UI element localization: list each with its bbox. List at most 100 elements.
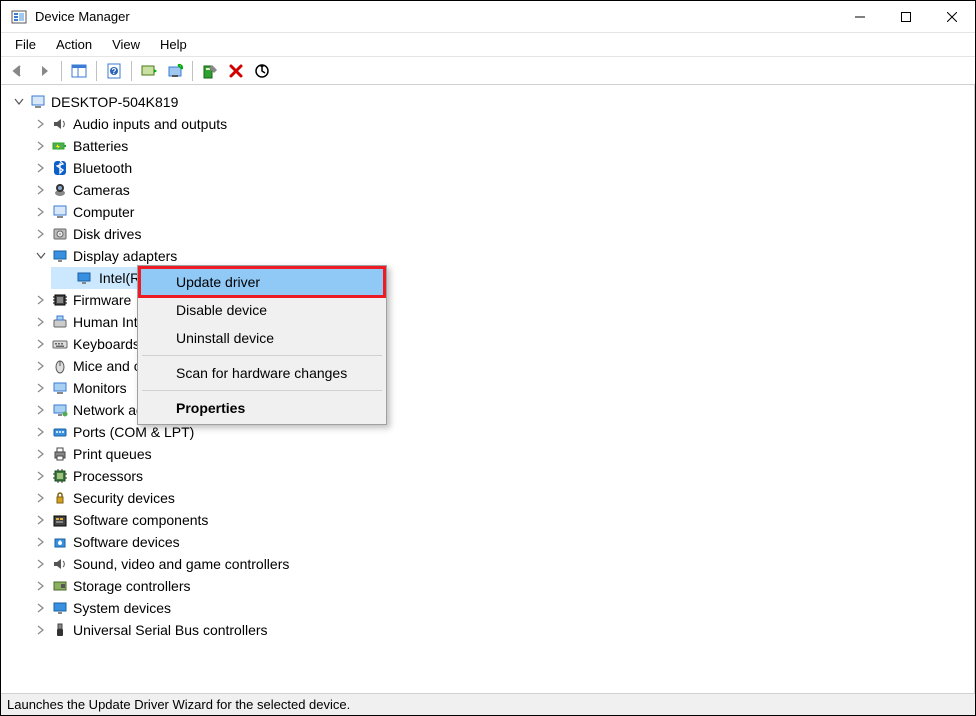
disable-device-button[interactable] [163, 59, 187, 83]
menu-view[interactable]: View [102, 35, 150, 54]
tree-category-label: Bluetooth [73, 160, 132, 176]
tree-category-label: Monitors [73, 380, 127, 396]
display-icon [75, 269, 93, 287]
speaker-icon [51, 555, 69, 573]
expander-icon[interactable] [35, 404, 47, 416]
context-uninstall-device[interactable]: Uninstall device [140, 324, 384, 352]
tree-category-label: Disk drives [73, 226, 141, 242]
tree-category-audio[interactable]: Audio inputs and outputs [9, 113, 974, 135]
disk-icon [51, 225, 69, 243]
printer-icon [51, 445, 69, 463]
tree-category-cameras[interactable]: Cameras [9, 179, 974, 201]
expander-icon[interactable] [35, 470, 47, 482]
scan-hardware-button[interactable] [250, 59, 274, 83]
tree-category-label: Storage controllers [73, 578, 191, 594]
expander-icon[interactable] [35, 558, 47, 570]
mouse-icon [51, 357, 69, 375]
tree-category-label: Audio inputs and outputs [73, 116, 227, 132]
forward-button[interactable] [32, 59, 56, 83]
toolbar: ? [1, 57, 975, 85]
tree-category-swdevices[interactable]: Software devices [9, 531, 974, 553]
tree-category-processors[interactable]: Processors [9, 465, 974, 487]
uninstall-device-button[interactable] [198, 59, 222, 83]
camera-icon [51, 181, 69, 199]
context-separator [142, 355, 382, 356]
hid-icon [51, 313, 69, 331]
expander-icon[interactable] [35, 536, 47, 548]
tree-category-label: Display adapters [73, 248, 177, 264]
expander-icon[interactable] [35, 118, 47, 130]
tree-category-label: Security devices [73, 490, 175, 506]
tree-category-usb[interactable]: Universal Serial Bus controllers [9, 619, 974, 641]
window-title: Device Manager [35, 9, 130, 24]
status-text: Launches the Update Driver Wizard for th… [7, 697, 350, 712]
expander-icon[interactable] [35, 580, 47, 592]
tree-category-display[interactable]: Display adapters [9, 245, 974, 267]
help-button[interactable]: ? [102, 59, 126, 83]
expander-icon[interactable] [35, 162, 47, 174]
expander-icon[interactable] [35, 316, 47, 328]
tree-category-label: Sound, video and game controllers [73, 556, 289, 572]
expander-icon[interactable] [35, 206, 47, 218]
tree-category-label: Universal Serial Bus controllers [73, 622, 268, 638]
tree-category-printqueues[interactable]: Print queues [9, 443, 974, 465]
tree-category-label: Print queues [73, 446, 152, 462]
back-button[interactable] [6, 59, 30, 83]
expander-icon[interactable] [35, 140, 47, 152]
computer-icon [51, 203, 69, 221]
close-button[interactable] [929, 1, 975, 33]
tree-category-label: System devices [73, 600, 171, 616]
tree-category-batteries[interactable]: Batteries [9, 135, 974, 157]
expander-icon[interactable] [35, 602, 47, 614]
network-icon [51, 401, 69, 419]
expander-icon[interactable] [35, 228, 47, 240]
tree-category-disk[interactable]: Disk drives [9, 223, 974, 245]
display-icon [51, 247, 69, 265]
expander-icon[interactable] [35, 624, 47, 636]
storage-icon [51, 577, 69, 595]
tree-category-computer[interactable]: Computer [9, 201, 974, 223]
tree-category-label: Batteries [73, 138, 128, 154]
usb-icon [51, 621, 69, 639]
tree-category-label: Keyboards [73, 336, 140, 352]
context-update-driver[interactable]: Update driver [140, 268, 384, 296]
minimize-button[interactable] [837, 1, 883, 33]
expander-icon[interactable] [35, 184, 47, 196]
menu-help[interactable]: Help [150, 35, 197, 54]
expander-icon[interactable] [35, 360, 47, 372]
expander-icon[interactable] [35, 514, 47, 526]
tree-category-swcomponents[interactable]: Software components [9, 509, 974, 531]
tree-category-security[interactable]: Security devices [9, 487, 974, 509]
device-tree[interactable]: DESKTOP-504K819 Audio inputs and outputs… [1, 85, 975, 693]
expander-icon[interactable] [35, 492, 47, 504]
delete-button[interactable] [224, 59, 248, 83]
context-separator [142, 390, 382, 391]
app-icon [11, 9, 27, 25]
tree-category-storagectl[interactable]: Storage controllers [9, 575, 974, 597]
expander-icon[interactable] [35, 448, 47, 460]
tree-category-sound[interactable]: Sound, video and game controllers [9, 553, 974, 575]
tree-category-label: Ports (COM & LPT) [73, 424, 194, 440]
titlebar: Device Manager [1, 1, 975, 33]
chip-icon [51, 291, 69, 309]
expander-icon[interactable] [35, 382, 47, 394]
battery-icon [51, 137, 69, 155]
menu-file[interactable]: File [5, 35, 46, 54]
expander-icon[interactable] [35, 338, 47, 350]
context-disable-device[interactable]: Disable device [140, 296, 384, 324]
expander-icon[interactable] [35, 426, 47, 438]
menu-action[interactable]: Action [46, 35, 102, 54]
update-driver-button[interactable] [137, 59, 161, 83]
context-scan-hardware[interactable]: Scan for hardware changes [140, 359, 384, 387]
security-icon [51, 489, 69, 507]
speaker-icon [51, 115, 69, 133]
tree-category-bluetooth[interactable]: Bluetooth [9, 157, 974, 179]
expander-icon[interactable] [35, 294, 47, 306]
show-hide-console-button[interactable] [67, 59, 91, 83]
maximize-button[interactable] [883, 1, 929, 33]
expander-icon[interactable] [13, 96, 25, 108]
tree-root[interactable]: DESKTOP-504K819 [9, 91, 974, 113]
tree-category-sysdevices[interactable]: System devices [9, 597, 974, 619]
expander-icon[interactable] [35, 250, 47, 262]
context-properties[interactable]: Properties [140, 394, 384, 422]
